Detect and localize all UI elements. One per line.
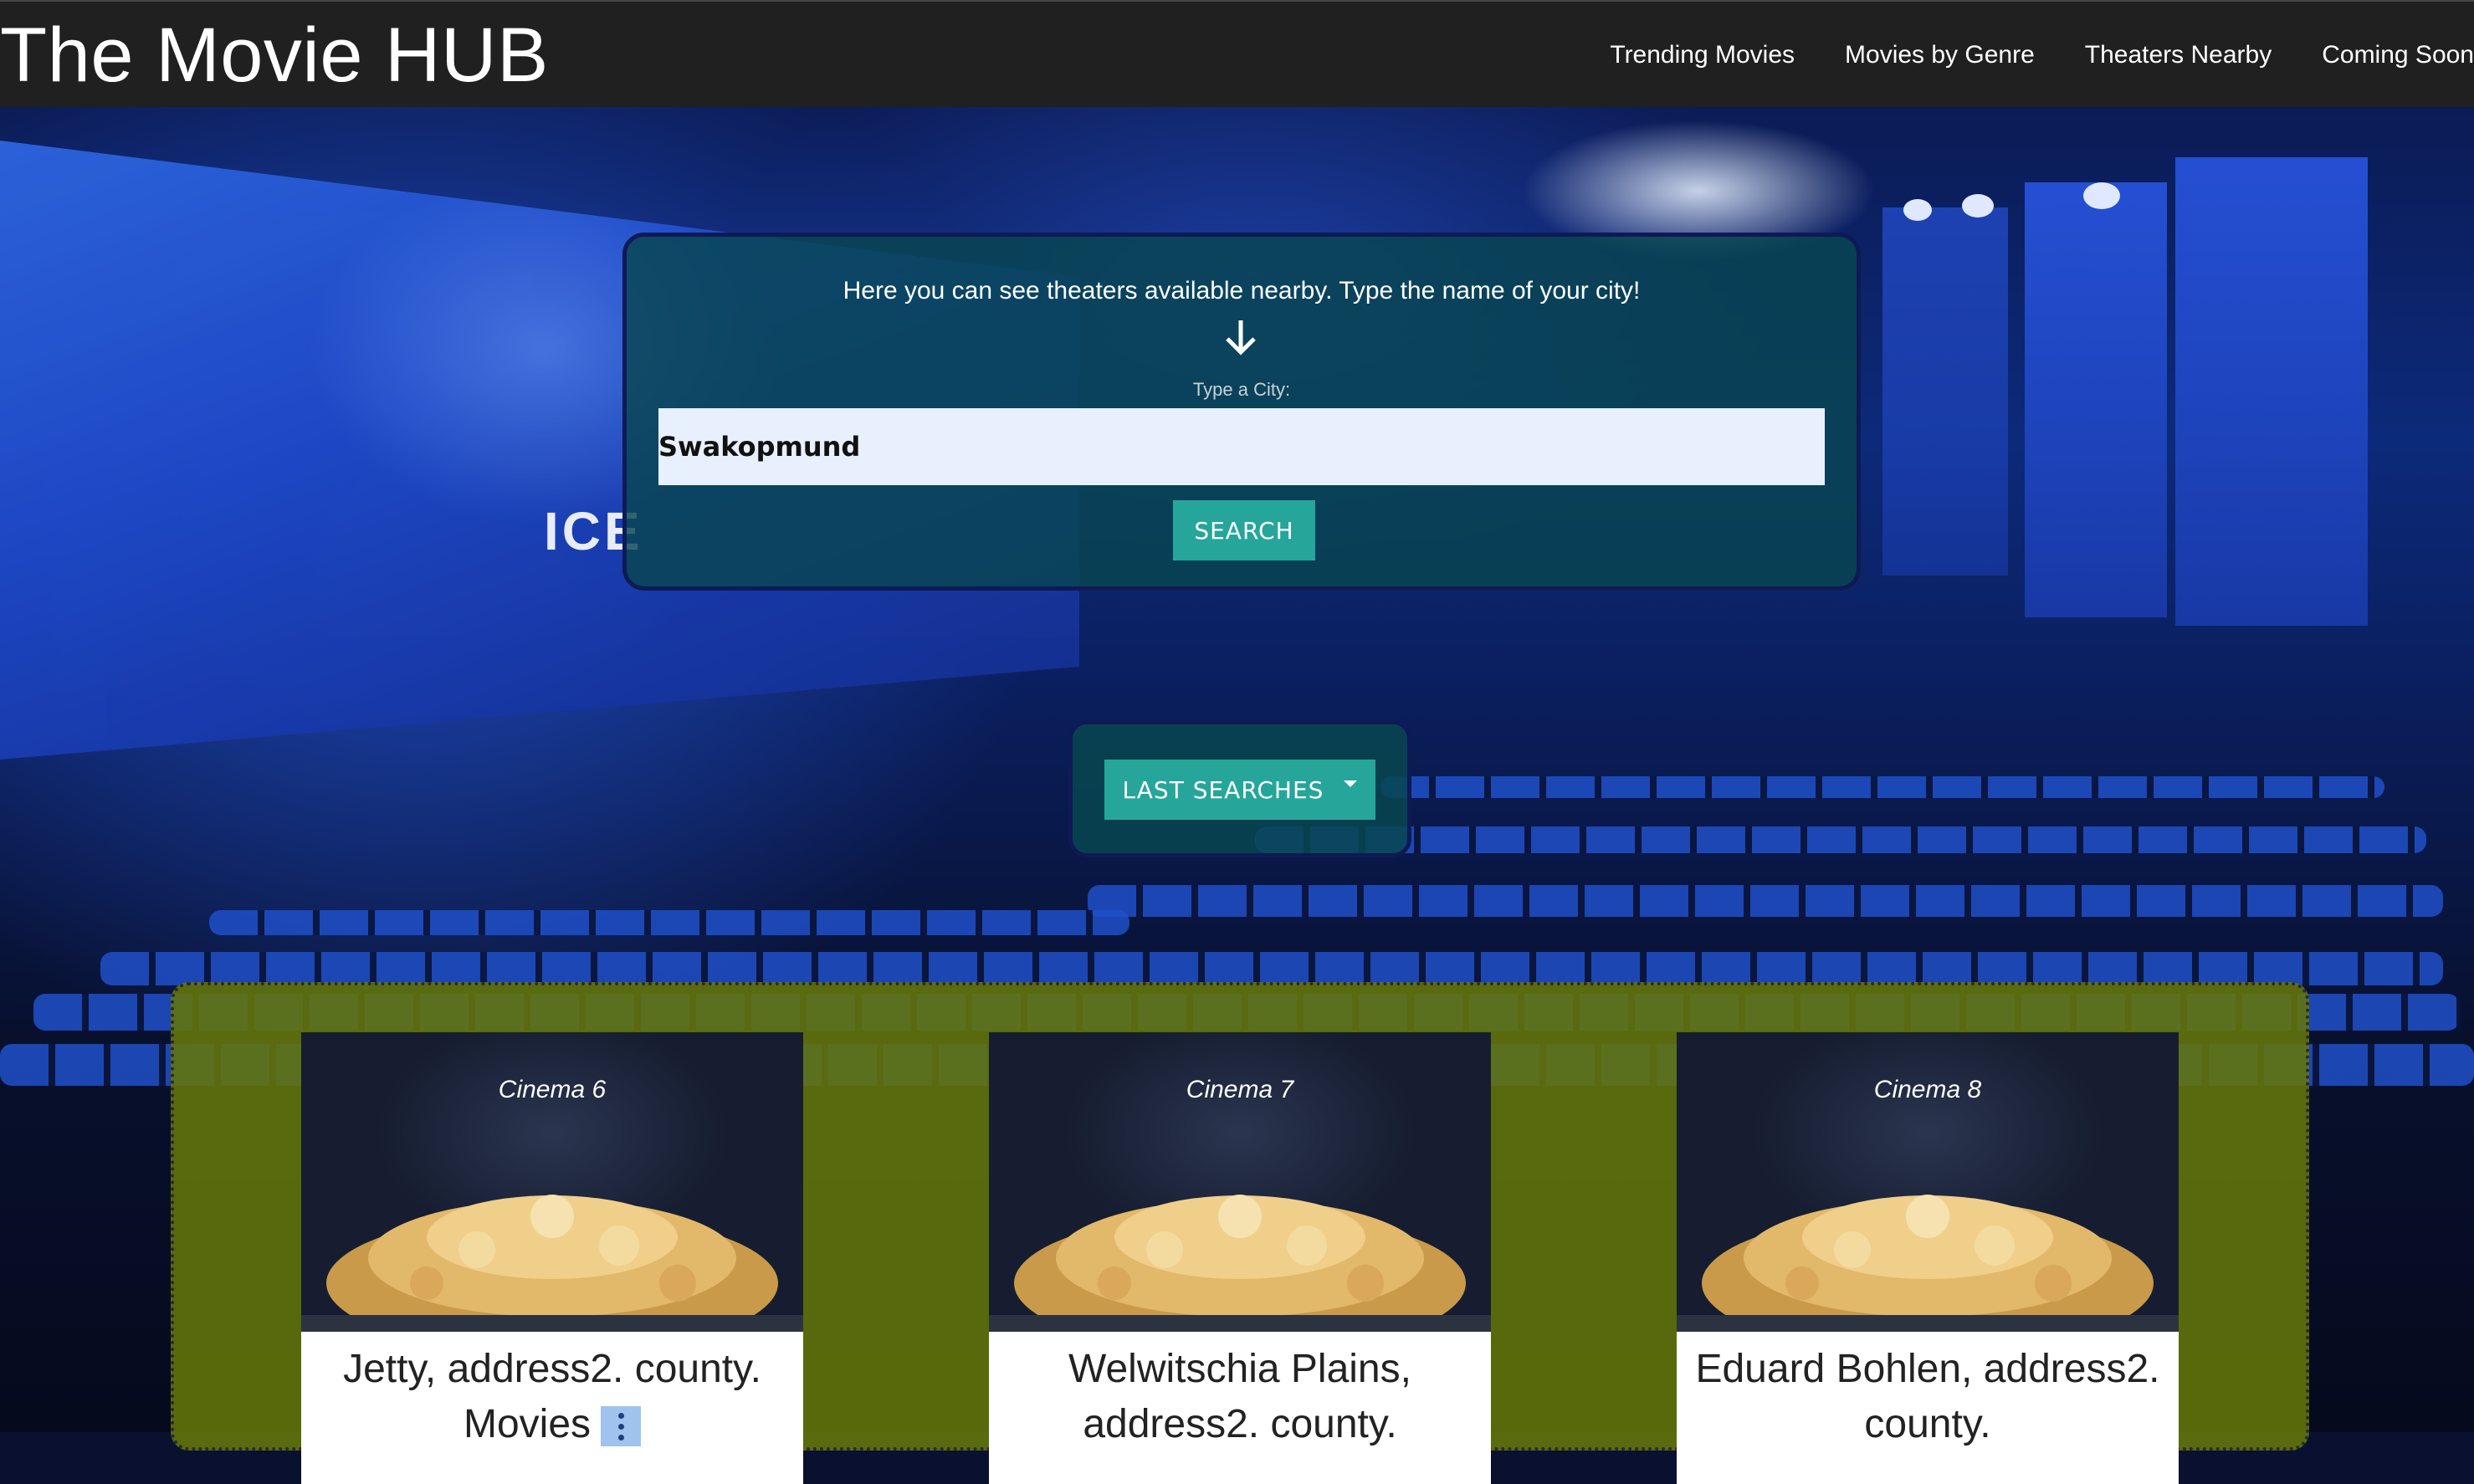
brand-title[interactable]: The Movie HUB (0, 5, 549, 105)
results-container: Cinema 6 Jetty, address2. county. Movies… (171, 982, 2309, 1484)
navbar: The Movie HUB Trending Movies Movies by … (0, 0, 2474, 107)
seat-row (100, 952, 2443, 985)
popcorn-image: Cinema 7 (989, 1032, 1491, 1332)
seat-row (1380, 776, 2384, 798)
card-title: Cinema 8 (1873, 1076, 1982, 1103)
popcorn-image: Cinema 8 (1677, 1032, 2179, 1332)
wall-panel (1882, 207, 2008, 576)
dropdown-caret-icon (1344, 780, 1358, 787)
theater-card[interactable]: Cinema 7 Welwitschia Plains, address2. c… (989, 1032, 1491, 1484)
last-searches-dropdown[interactable]: LAST SEARCHES (1104, 760, 1375, 820)
theater-card[interactable]: Cinema 8 Eduard Bohlen, address2. county… (1677, 1032, 2179, 1484)
theater-card[interactable]: Cinema 6 Jetty, address2. county. Movies (301, 1032, 803, 1484)
search-button[interactable]: SEARCH (1173, 500, 1315, 560)
card-address: Eduard Bohlen, address2. county. (1695, 1347, 2160, 1446)
city-label: Type a City: (1192, 379, 1291, 400)
card-address-text: Jetty, address2. county. Movies (343, 1347, 761, 1446)
wall-panel (2025, 182, 2167, 617)
last-searches-panel: LAST SEARCHES (1068, 720, 1411, 857)
ceiling-light (2083, 182, 2120, 209)
card-title: Cinema 6 (498, 1076, 607, 1103)
ceiling-light (1903, 199, 1932, 221)
nav-theaters-nearby[interactable]: Theaters Nearby (2085, 41, 2272, 69)
nav-coming-soon[interactable]: Coming Soon (2322, 41, 2474, 69)
nav-movies-by-genre[interactable]: Movies by Genre (1845, 41, 2035, 69)
card-title: Cinema 7 (1186, 1076, 1294, 1103)
search-instruction: Here you can see theaters available near… (843, 277, 1641, 304)
wall-panel (2175, 157, 2368, 626)
arrow-down-icon (1226, 320, 1256, 356)
seat-row (209, 910, 1129, 935)
city-input[interactable] (658, 408, 1825, 485)
card-address: Jetty, address2. county. Movies (310, 1342, 795, 1452)
ceiling-light (1962, 194, 1994, 217)
seat-row (1255, 826, 2426, 853)
search-panel: Here you can see theaters available near… (622, 233, 1861, 591)
popcorn-image: Cinema 6 (301, 1032, 803, 1332)
nav-links: Trending Movies Movies by Genre Theaters… (1560, 2, 2474, 109)
nav-trending-movies[interactable]: Trending Movies (1610, 41, 1795, 69)
last-searches-label: LAST SEARCHES (1122, 775, 1324, 804)
more-vert-icon[interactable] (601, 1406, 642, 1447)
seat-row (1088, 885, 2443, 917)
card-address: Welwitschia Plains, address2. county. (1068, 1347, 1411, 1446)
